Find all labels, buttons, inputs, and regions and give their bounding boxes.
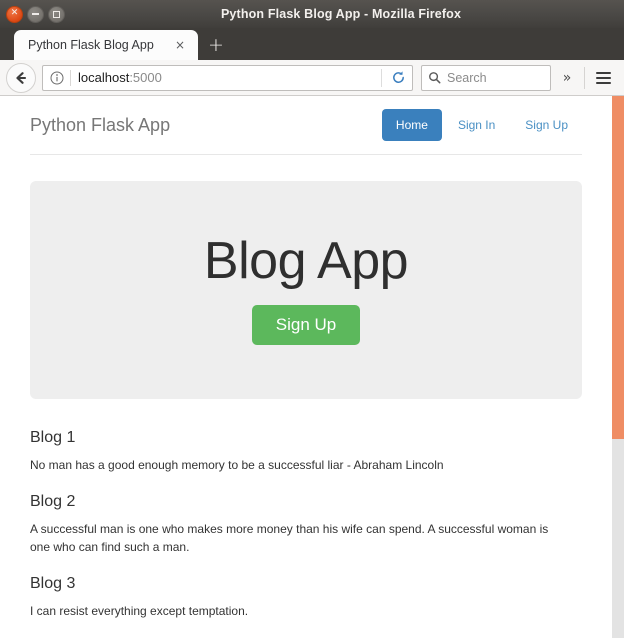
url-divider xyxy=(70,69,71,86)
close-window-button[interactable]: ✕ xyxy=(6,5,23,23)
back-button[interactable] xyxy=(6,62,36,93)
new-tab-button[interactable]: + xyxy=(198,36,234,55)
blog-post: Blog 2 A successful man is one who makes… xyxy=(30,493,582,557)
browser-toolbar: localhost:5000 Search » xyxy=(0,60,624,96)
nav-link-home[interactable]: Home xyxy=(381,109,442,141)
site-navbar: Python Flask App Home Sign In Sign Up xyxy=(30,96,582,155)
hamburger-menu-icon xyxy=(595,71,611,74)
site-nav-links: Home Sign In Sign Up xyxy=(381,109,582,141)
nav-link-sign-up[interactable]: Sign Up xyxy=(511,109,582,141)
blog-post-list: Blog 1 No man has a good enough memory t… xyxy=(30,429,582,620)
search-input[interactable]: Search xyxy=(447,71,487,85)
nav-link-sign-in[interactable]: Sign In xyxy=(444,109,509,141)
blog-post-body: I can resist everything except temptatio… xyxy=(30,603,249,618)
hamburger-line xyxy=(595,76,611,79)
hamburger-line xyxy=(595,81,611,84)
tab-close-icon[interactable]: × xyxy=(170,39,190,51)
url-bar[interactable]: localhost:5000 xyxy=(42,64,413,91)
blog-post-body: No man has a good enough memory to be a … xyxy=(30,458,444,472)
blog-post-title: Blog 2 xyxy=(30,492,76,510)
browser-window: ✕ Python Flask Blog App - Mozilla Firefo… xyxy=(0,0,624,638)
blog-post-body: A successful man is one who makes more m… xyxy=(30,521,549,555)
page-viewport: Python Flask App Home Sign In Sign Up Bl… xyxy=(0,96,624,638)
window-title: Python Flask Blog App - Mozilla Firefox xyxy=(0,7,624,21)
url-port: :5000 xyxy=(129,70,162,85)
blog-post: Blog 3 I can resist everything except te… xyxy=(30,575,582,621)
browser-tab[interactable]: Python Flask Blog App × xyxy=(14,30,198,60)
tab-title: Python Flask Blog App xyxy=(28,38,154,52)
tab-strip: Python Flask Blog App × + xyxy=(0,28,624,60)
search-icon xyxy=(429,72,441,84)
minimize-window-button[interactable] xyxy=(27,5,44,23)
url-host: localhost xyxy=(78,70,130,85)
site-brand[interactable]: Python Flask App xyxy=(30,115,170,136)
search-bar[interactable]: Search xyxy=(421,64,551,91)
blog-post-title: Blog 3 xyxy=(30,574,76,592)
hero-sign-up-button[interactable]: Sign Up xyxy=(251,304,361,346)
url-text: localhost:5000 xyxy=(78,70,377,85)
menu-button[interactable] xyxy=(588,64,618,92)
hero-jumbotron: Blog App Sign Up xyxy=(30,181,582,399)
page-container: Python Flask App Home Sign In Sign Up Bl… xyxy=(0,96,612,620)
page-scrollbar-thumb[interactable] xyxy=(612,96,624,439)
maximize-window-button[interactable] xyxy=(48,5,65,23)
window-titlebar: ✕ Python Flask Blog App - Mozilla Firefo… xyxy=(0,0,624,28)
window-title-text: Python Flask Blog App - Mozilla Firefox xyxy=(220,7,462,21)
toolbar-divider xyxy=(584,66,585,89)
page-scrollbar[interactable] xyxy=(612,96,624,638)
reload-icon xyxy=(392,71,404,83)
url-right-divider xyxy=(381,68,382,87)
toolbar-overflow-button[interactable]: » xyxy=(553,70,581,86)
minimize-icon xyxy=(32,13,39,15)
blog-post: Blog 1 No man has a good enough memory t… xyxy=(30,429,582,475)
blog-post-title: Blog 1 xyxy=(30,429,76,446)
back-arrow-icon xyxy=(16,71,27,84)
window-controls: ✕ xyxy=(0,5,65,23)
hero-title: Blog App xyxy=(203,231,409,290)
reload-button[interactable] xyxy=(386,67,410,89)
info-icon[interactable] xyxy=(49,70,65,86)
maximize-icon xyxy=(53,10,60,18)
close-icon: ✕ xyxy=(10,8,19,18)
